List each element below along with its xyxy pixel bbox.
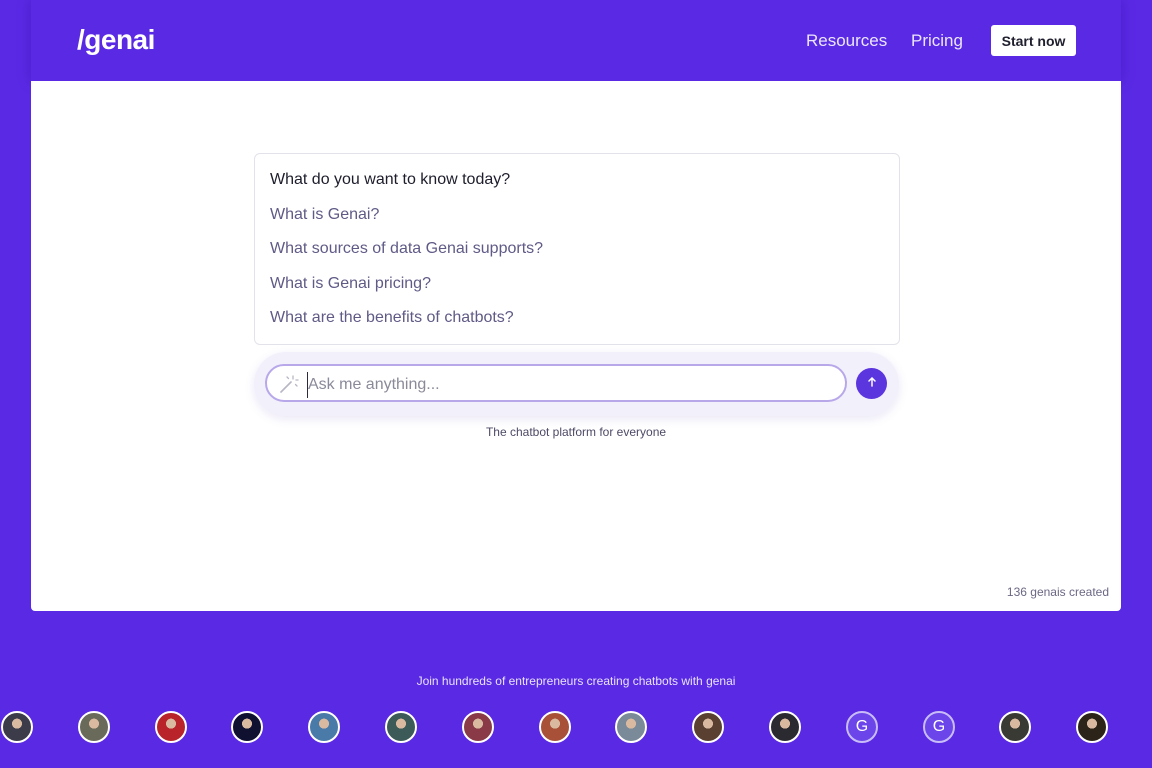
avatar[interactable]: G [846, 711, 878, 743]
nav-resources-link[interactable]: Resources [806, 31, 887, 51]
avatar[interactable] [462, 711, 494, 743]
avatar[interactable] [308, 711, 340, 743]
community-text: Join hundreds of entrepreneurs creating … [416, 674, 736, 688]
suggestions-card: What do you want to know today? What is … [254, 153, 900, 345]
avatar[interactable]: G [923, 711, 955, 743]
avatar-row: GG [0, 711, 1152, 743]
arrow-up-icon [866, 375, 878, 393]
chat-input-field[interactable] [265, 364, 847, 402]
created-count: 136 genais created [1006, 585, 1109, 599]
chat-input[interactable] [307, 372, 830, 398]
avatar[interactable] [1, 711, 33, 743]
suggestion-item[interactable]: What is Genai? [270, 206, 379, 224]
avatar[interactable] [231, 711, 263, 743]
avatar[interactable] [692, 711, 724, 743]
start-now-button[interactable]: Start now [991, 25, 1076, 56]
suggestion-item[interactable]: What are the benefits of chatbots? [270, 309, 514, 327]
nav-pricing-link[interactable]: Pricing [911, 31, 963, 51]
magic-wand-icon [279, 374, 299, 394]
chat-input-bar [254, 352, 899, 416]
suggestions-heading: What do you want to know today? [270, 171, 511, 188]
avatar[interactable] [999, 711, 1031, 743]
avatar[interactable] [615, 711, 647, 743]
avatar[interactable] [539, 711, 571, 743]
logo[interactable]: /genai [77, 24, 155, 56]
send-button[interactable] [856, 368, 887, 399]
suggestion-item[interactable]: What is Genai pricing? [270, 275, 431, 293]
avatar[interactable] [78, 711, 110, 743]
tagline: The chatbot platform for everyone [485, 425, 667, 439]
avatar[interactable] [1076, 711, 1108, 743]
avatar[interactable] [769, 711, 801, 743]
suggestion-item[interactable]: What sources of data Genai supports? [270, 240, 543, 258]
main-panel: What do you want to know today? What is … [31, 81, 1121, 611]
avatar[interactable] [155, 711, 187, 743]
avatar[interactable] [385, 711, 417, 743]
